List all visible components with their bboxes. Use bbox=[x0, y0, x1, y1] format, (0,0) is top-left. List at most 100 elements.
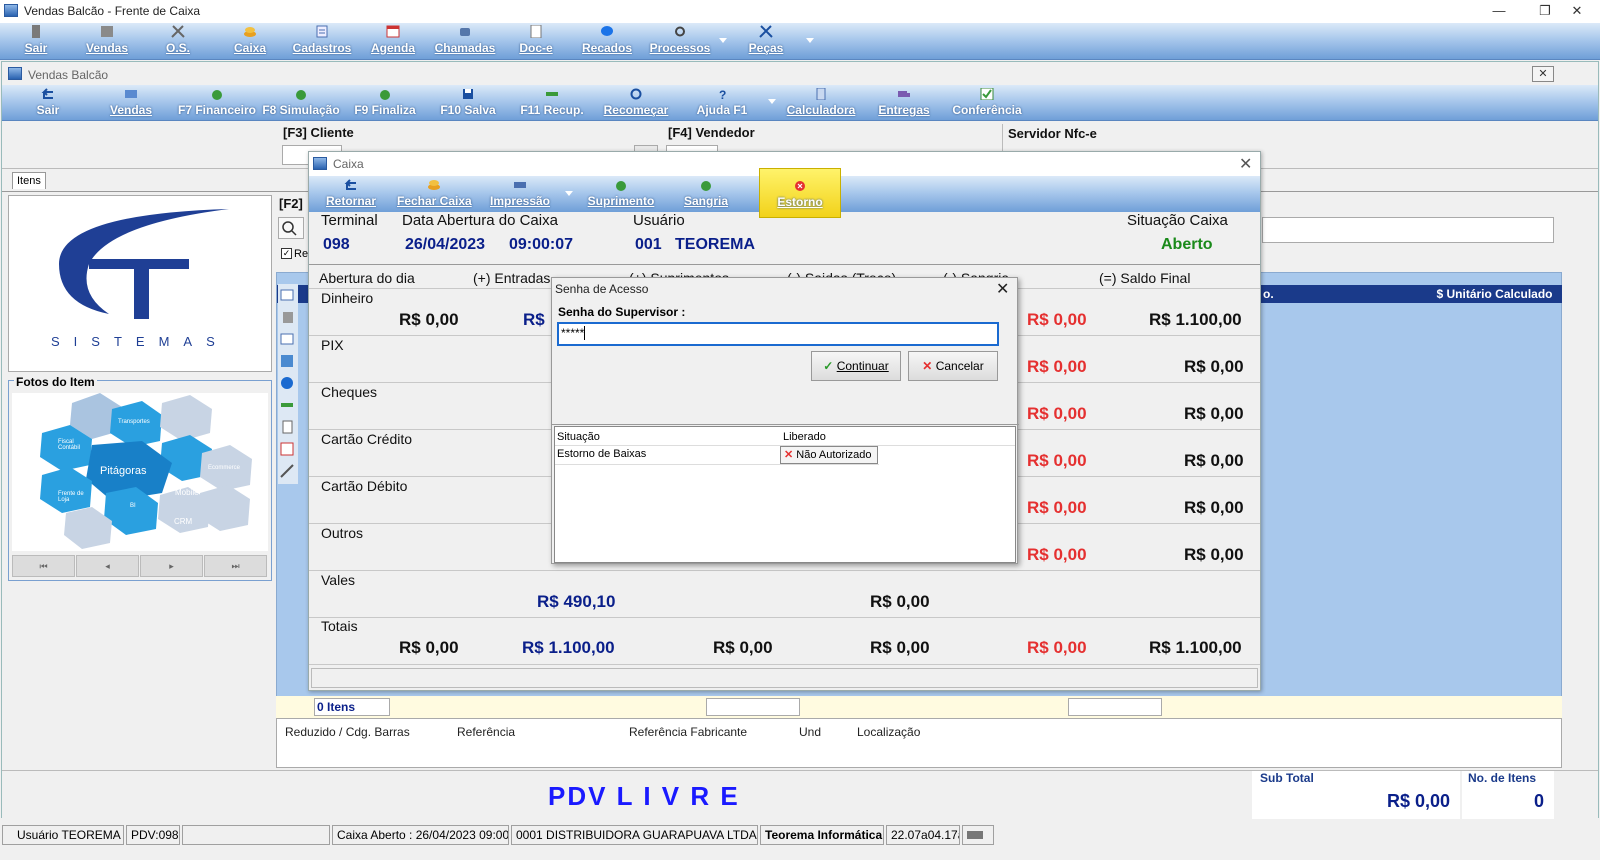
toolbar-calculadora-label: Calculadora bbox=[786, 103, 856, 117]
totais-abertura: R$ 0,00 bbox=[399, 638, 459, 657]
caixa-estorno-button[interactable]: Estorno bbox=[759, 168, 841, 218]
close-icon[interactable]: ✕ bbox=[1239, 154, 1252, 174]
grid-icon[interactable] bbox=[280, 354, 296, 368]
logo-panel: SISTEMAS bbox=[8, 195, 272, 372]
return-icon bbox=[344, 179, 356, 190]
app-icon bbox=[4, 4, 18, 17]
toolbar-conferencia[interactable]: Conferência bbox=[952, 85, 1022, 121]
toolbar-financeiro[interactable]: F7 Financeiro bbox=[177, 85, 257, 121]
menu-agenda[interactable]: Agenda bbox=[366, 23, 420, 60]
toolbar-ajuda[interactable]: ? Ajuda F1 bbox=[694, 85, 750, 121]
caixa-suprimento-button[interactable]: Suprimento bbox=[587, 176, 655, 212]
menu-pecas[interactable]: Peças bbox=[744, 23, 788, 60]
toolbar-finaliza[interactable]: F9 Finaliza bbox=[352, 85, 418, 121]
senha-title: Senha de Acesso bbox=[555, 282, 649, 296]
trash-icon[interactable] bbox=[280, 310, 296, 324]
info-icon[interactable] bbox=[280, 376, 296, 390]
save-icon bbox=[463, 89, 473, 99]
close-icon[interactable]: ✕ bbox=[1554, 0, 1600, 22]
menu-chamadas-label: Chamadas bbox=[434, 41, 496, 55]
divider bbox=[552, 424, 1019, 425]
situacao-value: Aberto bbox=[1161, 236, 1213, 253]
toolbar-sair[interactable]: Sair bbox=[30, 85, 66, 121]
tools-icon bbox=[171, 25, 185, 38]
toolbar-calculadora[interactable]: Calculadora bbox=[786, 85, 856, 121]
toolbar-sair-label: Sair bbox=[36, 103, 60, 117]
menu-processos[interactable]: Processos bbox=[646, 23, 714, 60]
search-icon bbox=[282, 221, 297, 236]
toolbar-vendas[interactable]: Vendas bbox=[106, 85, 156, 121]
edit-icon[interactable] bbox=[280, 288, 296, 302]
menu-recados[interactable]: Recados bbox=[578, 23, 636, 60]
toolbar-simulacao[interactable]: F8 Simulação bbox=[261, 85, 341, 121]
totais-suprimentos: R$ 0,00 bbox=[713, 638, 773, 657]
toolbar-salva[interactable]: F10 Salva bbox=[438, 85, 498, 121]
minimize-icon[interactable]: — bbox=[1476, 0, 1522, 22]
cancelar-button[interactable]: ✕ Cancelar bbox=[908, 351, 998, 381]
nitens-box: No. de Itens 0 bbox=[1462, 771, 1554, 819]
continuar-button[interactable]: ✓ Continuar bbox=[811, 351, 901, 381]
close-icon[interactable]: ✕ bbox=[996, 279, 1009, 299]
menu-sair[interactable]: Sair bbox=[18, 23, 54, 60]
pix-sangria: R$ 0,00 bbox=[1027, 357, 1087, 376]
menu-vendas[interactable]: Vendas bbox=[82, 23, 132, 60]
calculator-icon bbox=[816, 88, 826, 100]
money-bag-icon bbox=[212, 90, 222, 100]
tab-itens[interactable]: Itens bbox=[12, 172, 46, 189]
prev-icon[interactable]: ◂ bbox=[76, 555, 139, 577]
search-field[interactable] bbox=[1262, 217, 1554, 243]
chevron-down-icon[interactable] bbox=[719, 38, 727, 43]
caixa-sangria-label: Sangria bbox=[683, 194, 728, 208]
tools-icon[interactable] bbox=[280, 464, 296, 478]
caixa-fechar-label: Fechar Caixa bbox=[397, 194, 472, 208]
cart-icon bbox=[125, 90, 137, 98]
caixa-sangria-button[interactable]: Sangria bbox=[681, 176, 731, 212]
senha-input[interactable]: ***** bbox=[557, 322, 999, 346]
fotos-group: Fotos do Item Pitágoras Transportes Mobi… bbox=[8, 375, 272, 581]
help-icon: ? bbox=[719, 88, 726, 100]
menu-cadastros[interactable]: Cadastros bbox=[288, 23, 356, 60]
row-cheques-label: Cheques bbox=[321, 384, 378, 400]
hora-value: 09:00:07 bbox=[509, 236, 574, 253]
menu-doce[interactable]: Doc-e bbox=[514, 23, 558, 60]
last-icon[interactable]: ⏭ bbox=[204, 555, 267, 577]
first-icon[interactable]: ⏮ bbox=[12, 555, 75, 577]
minus-icon[interactable] bbox=[280, 398, 296, 412]
menu-os[interactable]: O.S. bbox=[160, 23, 196, 60]
calendar-icon[interactable] bbox=[280, 442, 296, 456]
chevron-down-icon[interactable] bbox=[565, 191, 573, 196]
svg-text:?: ? bbox=[719, 88, 726, 100]
close-icon[interactable]: ✕ bbox=[1532, 66, 1554, 82]
check-icon: ✓ bbox=[823, 359, 834, 373]
search-button[interactable] bbox=[278, 217, 304, 239]
refresh-icon bbox=[630, 88, 642, 100]
table-row[interactable]: Estorno de Baixas ✕ Não Autorizado bbox=[555, 446, 1015, 464]
pdv-status: PDV L I V R E bbox=[548, 781, 740, 811]
checkbox-icon bbox=[980, 88, 994, 100]
caixa-estorno-label: Estorno bbox=[777, 195, 823, 209]
caixa-impressao-button[interactable]: Impressão bbox=[487, 176, 553, 212]
document-icon[interactable] bbox=[280, 420, 296, 434]
toolbar-recup[interactable]: F11 Recup. bbox=[517, 85, 587, 121]
close-icon: ✕ bbox=[784, 449, 794, 461]
cliente-label: [F3] Cliente bbox=[283, 125, 354, 140]
row-outros-label: Outros bbox=[321, 525, 364, 541]
status-versao: 22.07a04.17a bbox=[886, 825, 960, 845]
menu-caixa[interactable]: Caixa bbox=[228, 23, 272, 60]
rectangle-icon bbox=[546, 92, 558, 96]
list-icon[interactable] bbox=[280, 332, 296, 346]
money-bag-icon bbox=[616, 181, 626, 191]
toolbar-entregas[interactable]: Entregas bbox=[877, 85, 931, 121]
toolbar-recomecar[interactable]: Recomeçar bbox=[602, 85, 670, 121]
unit-calc-header[interactable]: $ Unitário Calculado bbox=[1427, 285, 1562, 303]
menu-chamadas[interactable]: Chamadas bbox=[432, 23, 498, 60]
caixa-retornar-button[interactable]: Retornar bbox=[323, 176, 379, 212]
re-checkbox[interactable]: ✓ bbox=[281, 248, 292, 259]
chevron-down-icon[interactable] bbox=[806, 38, 814, 43]
row-credito-label: Cartão Crédito bbox=[321, 431, 413, 447]
door-icon bbox=[32, 25, 40, 38]
phone-icon bbox=[460, 28, 470, 36]
caixa-fechar-button[interactable]: Fechar Caixa bbox=[397, 176, 472, 212]
chevron-down-icon[interactable] bbox=[768, 99, 776, 104]
next-icon[interactable]: ▸ bbox=[140, 555, 203, 577]
